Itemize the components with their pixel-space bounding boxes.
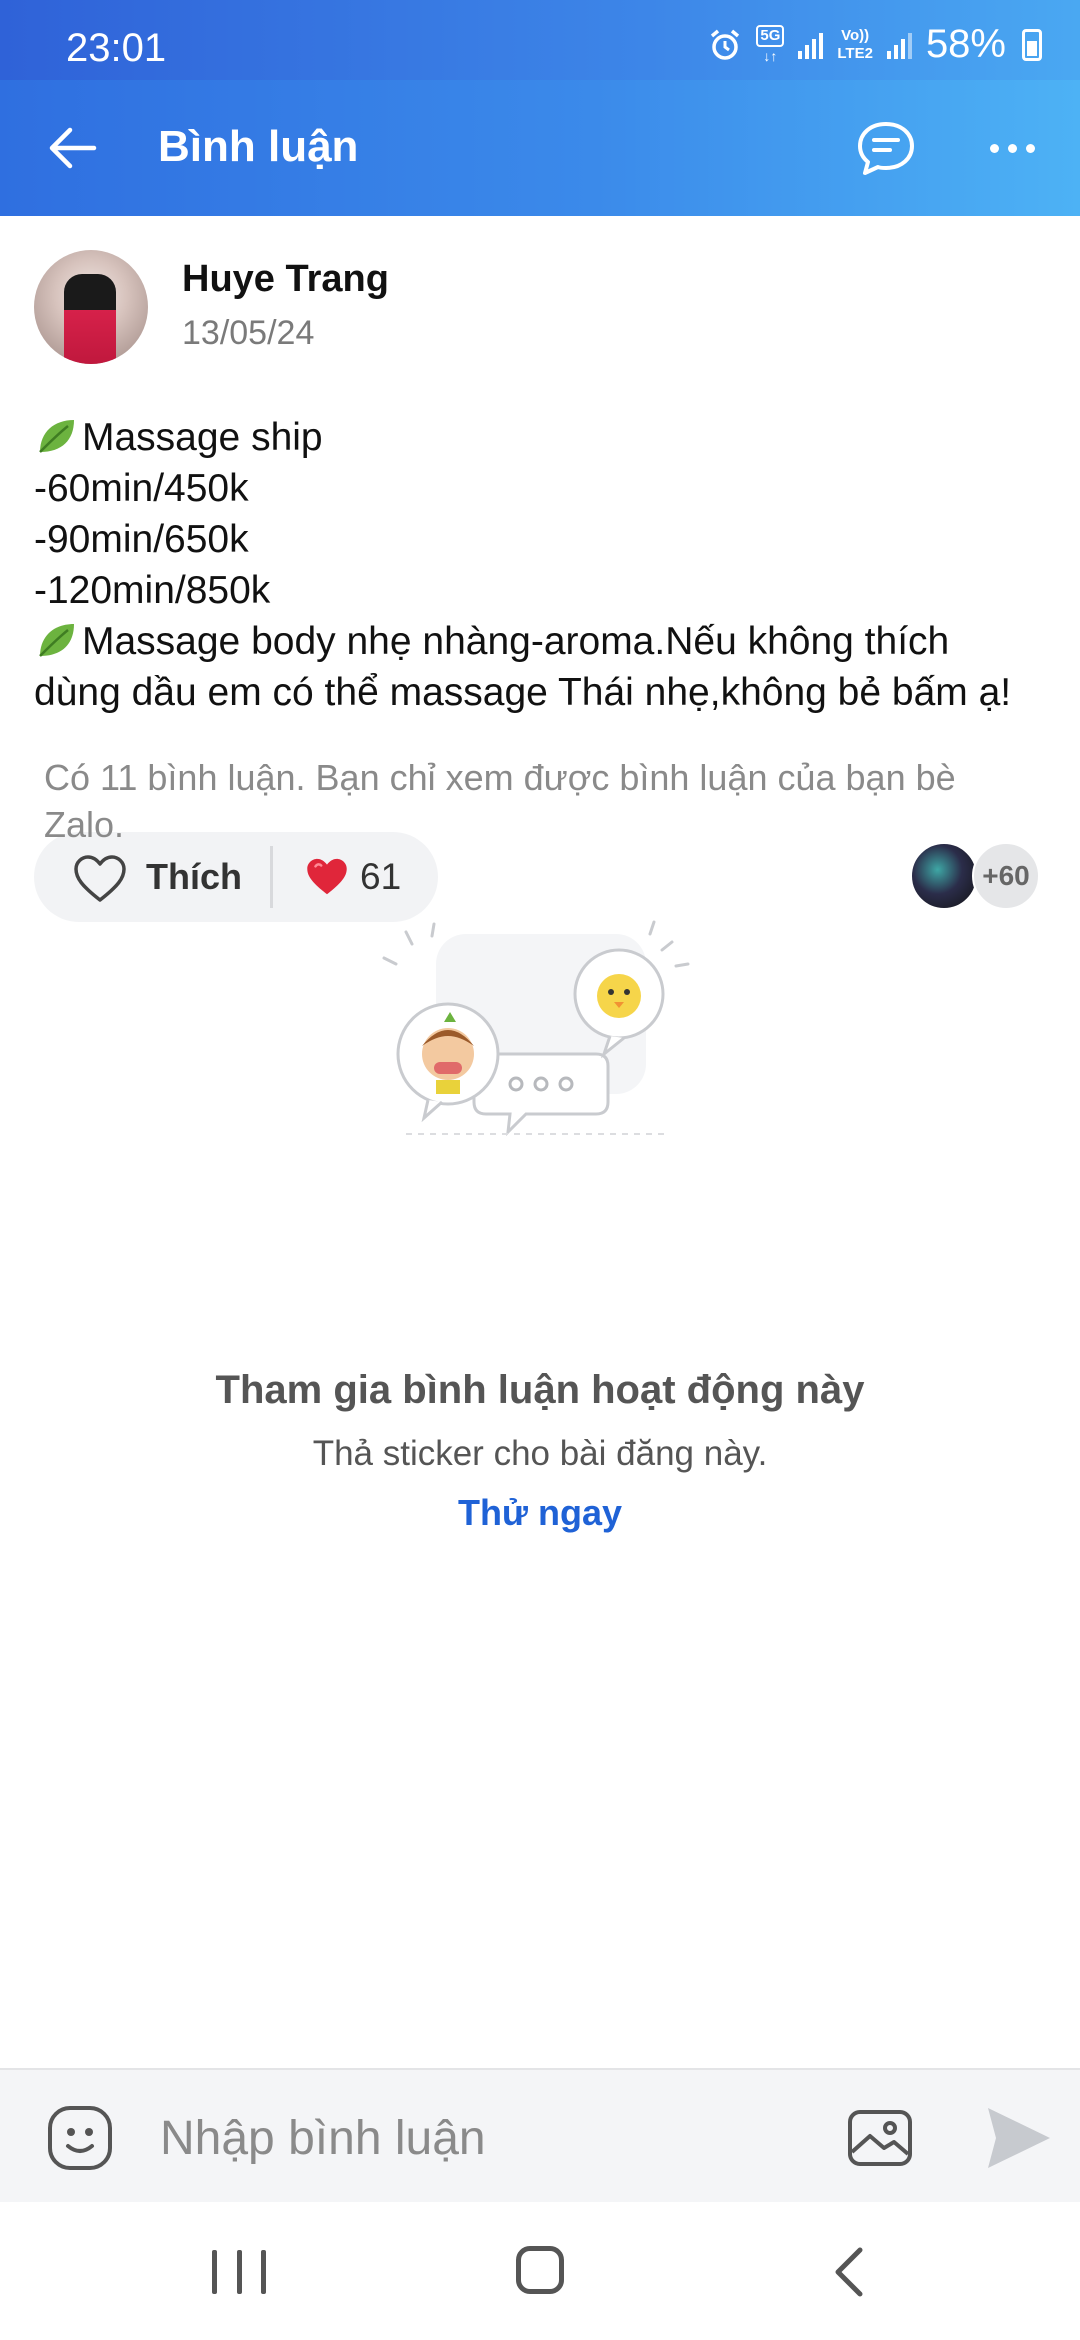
5g-label: 5G xyxy=(756,24,785,47)
comment-notice: Có 11 bình luận. Bạn chỉ xem được bình l… xyxy=(44,757,956,845)
battery-icon xyxy=(1022,28,1042,61)
back-button[interactable] xyxy=(42,116,106,180)
more-dot-icon xyxy=(989,143,999,153)
image-icon xyxy=(848,2110,912,2166)
page-title: Bình luận xyxy=(158,122,359,171)
reaction-summary[interactable]: 61 xyxy=(304,852,401,902)
attach-image-button[interactable] xyxy=(844,2102,916,2174)
status-bar: 23:01 5G ↓↑ Vo)) LTE2 58% xyxy=(0,0,1080,80)
post-line: Massage ship xyxy=(34,412,1044,463)
comment-input[interactable] xyxy=(160,2098,800,2178)
cta-title: Tham gia bình luận hoạt động này xyxy=(215,1368,865,1412)
more-options-button[interactable] xyxy=(980,116,1044,180)
status-icons: 5G ↓↑ Vo)) LTE2 58% xyxy=(708,22,1042,67)
comment-input-bar xyxy=(0,2068,1080,2202)
reaction-count: 61 xyxy=(360,856,402,897)
app-header: Bình luận xyxy=(0,80,1080,216)
reactors-list[interactable]: +60 xyxy=(910,842,1040,912)
avatar-photo xyxy=(64,274,116,364)
leaf-emoji-icon xyxy=(39,624,74,657)
send-icon xyxy=(988,2108,1050,2168)
divider xyxy=(270,846,273,908)
volte-top: Vo)) xyxy=(841,26,870,44)
chat-bubble-icon xyxy=(858,122,914,175)
leaf-emoji-icon xyxy=(39,420,74,453)
more-dot-icon xyxy=(1007,143,1017,153)
post-date: 13/05/24 xyxy=(182,314,315,352)
system-back-button[interactable] xyxy=(826,2246,874,2298)
post-line: -90min/650k xyxy=(34,518,249,561)
volte-bottom: LTE2 xyxy=(837,44,873,62)
home-button[interactable] xyxy=(516,2246,564,2294)
more-dot-icon xyxy=(1025,143,1035,153)
red-heart-icon xyxy=(307,858,347,895)
post-body: Massage ship -60min/450k -90min/650k -12… xyxy=(34,412,1044,718)
try-now-link[interactable]: Thử ngay xyxy=(440,1492,640,1534)
author-name[interactable]: Huye Trang xyxy=(182,258,389,301)
volte-indicator: Vo)) LTE2 xyxy=(837,27,873,63)
chevron-left-icon xyxy=(835,2247,863,2297)
status-time: 23:01 xyxy=(66,26,167,70)
signal-icon xyxy=(798,31,824,59)
post-line: -60min/450k xyxy=(34,467,249,510)
5g-indicator: 5G ↓↑ xyxy=(756,24,785,65)
post-line-text: Massage ship xyxy=(82,416,323,459)
alarm-icon xyxy=(711,29,740,60)
recent-apps-button[interactable] xyxy=(212,2250,266,2294)
arrow-left-icon xyxy=(49,127,97,169)
reactors-more-count: +60 xyxy=(972,842,1040,910)
sticker-button[interactable] xyxy=(44,2102,116,2174)
messages-button[interactable] xyxy=(854,116,918,180)
post-line-text: Massage body nhẹ nhàng-aroma.Nếu không t… xyxy=(34,620,1012,714)
comment-sticker-illustration xyxy=(382,920,690,1137)
reactor-avatar xyxy=(910,842,978,910)
smiley-icon xyxy=(48,2106,112,2170)
send-button[interactable] xyxy=(980,2102,1056,2174)
author-avatar[interactable] xyxy=(34,250,148,364)
post-line: Massage body nhẹ nhàng-aroma.Nếu không t… xyxy=(34,616,1044,718)
cta-subtitle: Thả sticker cho bài đăng này. xyxy=(312,1434,768,1473)
heart-outline-icon xyxy=(74,855,126,902)
post-line: -120min/850k xyxy=(34,569,271,612)
battery-percent: 58% xyxy=(925,22,1006,66)
signal-2-icon xyxy=(886,31,912,59)
system-nav-bar xyxy=(0,2202,1080,2340)
like-label: Thích xyxy=(146,856,242,897)
